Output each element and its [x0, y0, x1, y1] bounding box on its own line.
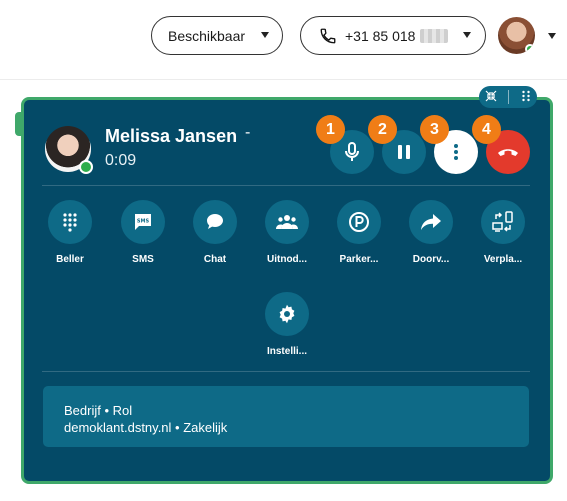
divider — [42, 371, 530, 372]
action-park[interactable]: Parker... — [329, 200, 389, 265]
step-badge: 1 — [316, 115, 345, 144]
phone-icon — [319, 27, 337, 45]
status-label: Beschikbaar — [168, 27, 246, 44]
phone-line-dropdown[interactable]: +31 85 018 — [300, 16, 486, 55]
action-label: Parker... — [339, 254, 379, 265]
action-label: Chat — [203, 254, 227, 265]
chevron-down-icon[interactable] — [548, 33, 556, 39]
step-badge: 3 — [420, 115, 449, 144]
chevron-down-icon — [463, 32, 471, 38]
chevron-down-icon — [261, 32, 269, 38]
step-badge: 4 — [472, 115, 501, 144]
user-avatar[interactable] — [498, 17, 535, 54]
people-icon — [276, 214, 298, 230]
action-label: Uitnod... — [267, 254, 307, 265]
action-chat[interactable]: Chat — [185, 200, 245, 265]
drag-handle-icon[interactable] — [521, 90, 531, 105]
action-dialpad[interactable]: Beller — [40, 200, 100, 265]
call-timer: 0:09 — [105, 152, 137, 169]
phone-number: +31 85 018 — [345, 27, 416, 44]
action-invite[interactable]: Uitnod... — [257, 200, 317, 265]
action-transfer-device[interactable]: Verpla... — [473, 200, 533, 265]
action-label: SMS — [132, 254, 154, 265]
caller-name: Melissa Jansen — [105, 126, 238, 146]
settings-icon — [277, 304, 297, 324]
action-settings[interactable]: Instelli... — [257, 292, 317, 357]
contact-info-card: Bedrijf • Rol demoklant.dstny.nl • Zakel… — [43, 386, 529, 447]
dialpad-icon — [62, 212, 78, 232]
park-icon — [348, 211, 370, 233]
redacted-digits — [420, 28, 449, 43]
divider — [42, 185, 530, 186]
transfer-device-icon — [491, 210, 515, 234]
collapse-icon[interactable] — [485, 90, 497, 105]
caller-name-suffix: - — [245, 124, 251, 141]
chat-icon — [205, 212, 225, 232]
contact-company-role: Bedrijf • Rol — [64, 403, 133, 418]
action-sms[interactable]: SMS SMS — [113, 200, 173, 265]
action-forward[interactable]: Doorv... — [401, 200, 461, 265]
toolbar-divider — [508, 90, 510, 104]
svg-text:SMS: SMS — [137, 219, 150, 225]
online-status-dot — [79, 160, 93, 174]
action-label: Instelli... — [266, 346, 307, 357]
microphone-icon — [342, 141, 362, 163]
step-badge: 2 — [368, 115, 397, 144]
forward-icon — [420, 213, 442, 231]
more-vertical-icon — [453, 143, 459, 161]
panel-toolbar — [479, 86, 537, 108]
caller-avatar — [45, 126, 93, 174]
contact-domain-type: demoklant.dstny.nl • Zakelijk — [64, 420, 228, 435]
top-bar: Beschikbaar +31 85 018 — [0, 0, 567, 80]
sms-icon: SMS — [133, 212, 153, 232]
online-status-dot — [525, 44, 535, 54]
status-dropdown[interactable]: Beschikbaar — [151, 16, 283, 55]
pause-icon — [397, 144, 411, 160]
action-label: Verpla... — [483, 254, 523, 265]
action-label: Beller — [56, 254, 84, 265]
action-label: Doorv... — [412, 254, 450, 265]
hang-up-icon — [496, 145, 520, 159]
